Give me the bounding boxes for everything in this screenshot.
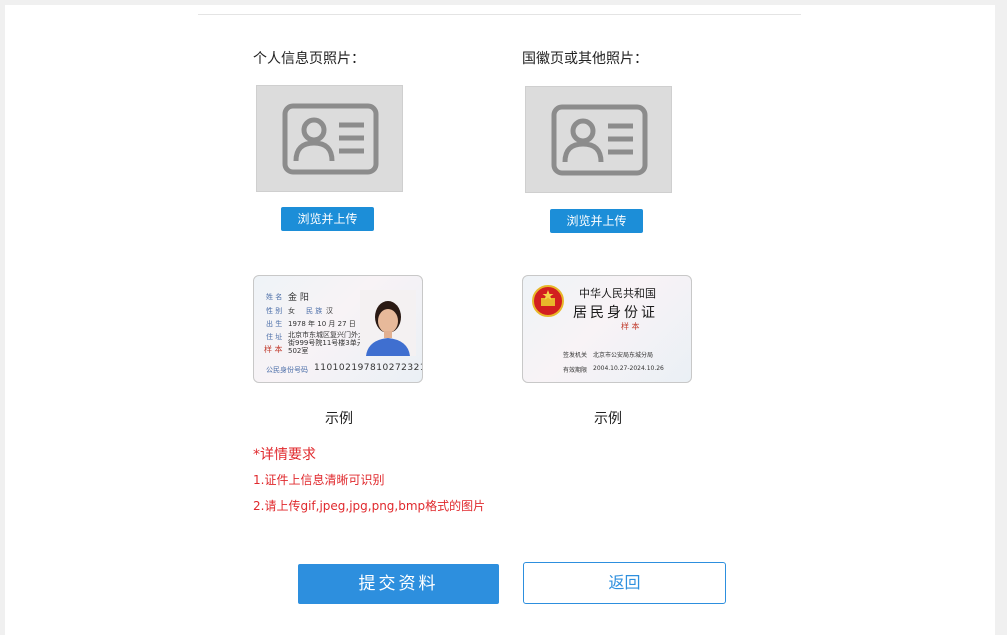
sample-label-front: 示例 (325, 411, 353, 427)
browse-upload-button-personal[interactable]: 浏览并上传 (281, 207, 374, 231)
card-validity: 2004.10.27-2024.10.26 (593, 365, 664, 372)
national-emblem-icon (532, 285, 564, 317)
requirement-item: 1.证件上信息清晰可识别 (253, 473, 385, 487)
card-authority: 北京市公安局东城分局 (593, 352, 654, 359)
card-authority-label: 签发机关 (563, 352, 588, 359)
main-panel (5, 5, 995, 635)
card-ethnic-label: 民 族 (306, 307, 323, 315)
requirement-item: 2.请上传gif,jpeg,jpg,png,bmp格式的图片 (253, 499, 486, 513)
back-button[interactable]: 返回 (523, 562, 726, 604)
id-card-icon (551, 104, 648, 176)
personal-info-photo-preview (256, 85, 403, 192)
card-birth-label: 出 生 (266, 320, 283, 328)
card-sample-stamp: 样 本 (264, 345, 283, 354)
card-title: 居民身份证 (573, 305, 658, 321)
emblem-photo-title: 国徽页或其他照片： (522, 51, 648, 67)
sample-label-back: 示例 (594, 411, 622, 427)
card-country: 中华人民共和国 (579, 287, 656, 300)
card-birth: 1978 年 10 月 27 日 (288, 320, 356, 328)
divider (198, 14, 801, 15)
card-name: 金 阳 (288, 293, 309, 303)
browse-upload-button-emblem[interactable]: 浏览并上传 (550, 209, 643, 233)
submit-button[interactable]: 提交资料 (298, 564, 499, 604)
card-id-label: 公民身份号码 (266, 366, 308, 374)
card-sex: 女 (288, 307, 295, 315)
card-sex-label: 性 别 (266, 307, 283, 315)
personal-info-photo-title: 个人信息页照片： (253, 51, 365, 67)
portrait-photo (360, 290, 416, 356)
card-validity-label: 有效期限 (563, 367, 588, 374)
card-name-label: 姓 名 (266, 293, 283, 301)
card-address-line3: 502室 (288, 347, 309, 355)
sample-id-back: 中华人民共和国 居民身份证 样 本 签发机关 北京市公安局东城分局 有效期限 2… (522, 275, 692, 383)
requirements-title: *详情要求 (253, 447, 316, 463)
card-address-label: 住 址 (266, 333, 283, 341)
sample-id-front: 姓 名 金 阳 性 别 女 民 族 汉 出 生 1978 年 10 月 27 日… (253, 275, 423, 383)
card-id-number: 110102197810272321 (314, 363, 423, 373)
emblem-photo-preview (525, 86, 672, 193)
id-card-icon (282, 103, 379, 175)
card-ethnic: 汉 (326, 307, 333, 315)
card-sample-stamp-back: 样 本 (621, 322, 640, 331)
